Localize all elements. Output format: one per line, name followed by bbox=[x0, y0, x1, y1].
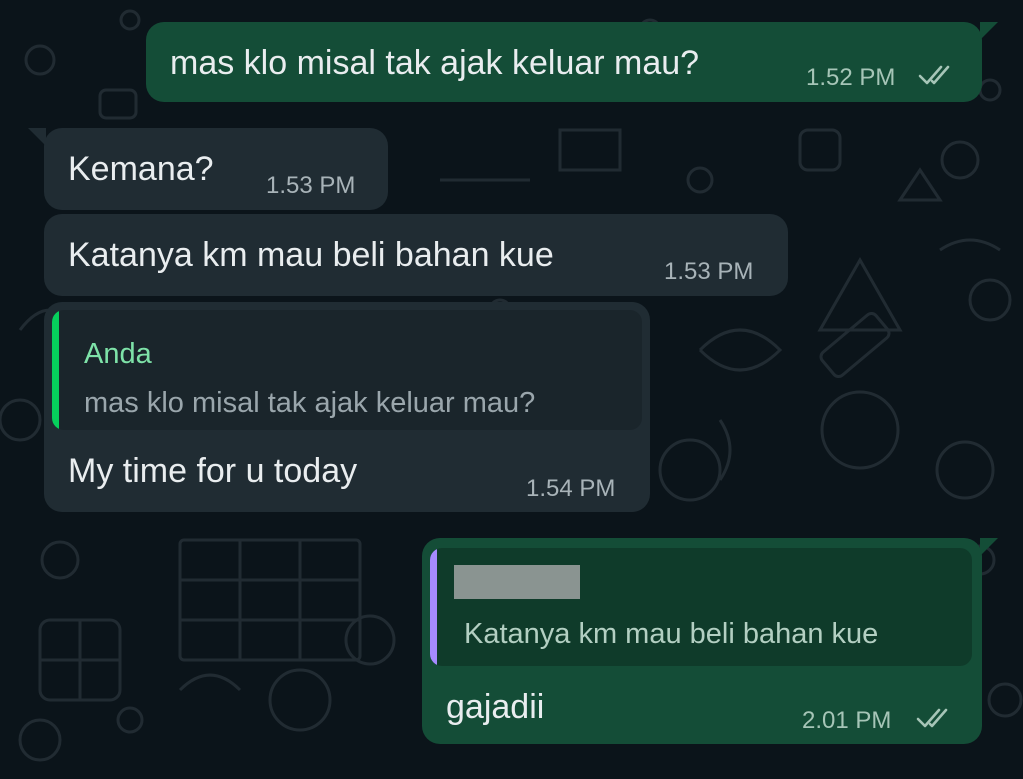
quoted-message-text: Katanya km mau beli bahan kue bbox=[464, 618, 879, 650]
quote-accent-bar bbox=[430, 548, 437, 666]
outgoing-reply-message[interactable]: Katanya km mau beli bahan kue gajadii 2.… bbox=[422, 538, 982, 744]
incoming-message[interactable]: Kemana? 1.53 PM bbox=[44, 128, 388, 210]
bubble-tail bbox=[980, 538, 998, 556]
bubble-tail bbox=[28, 128, 46, 146]
message-text: gajadii bbox=[446, 688, 545, 726]
incoming-reply-message[interactable]: Anda mas klo misal tak ajak keluar mau? … bbox=[44, 302, 650, 512]
message-timestamp: 1.52 PM bbox=[806, 64, 896, 91]
quoted-message-text: mas klo misal tak ajak keluar mau? bbox=[84, 387, 536, 419]
message-text: Kemana? bbox=[68, 150, 214, 188]
quoted-message[interactable]: Katanya km mau beli bahan kue bbox=[430, 548, 972, 666]
message-text: My time for u today bbox=[68, 452, 358, 490]
bubble-tail bbox=[980, 22, 998, 40]
incoming-message[interactable]: Katanya km mau beli bahan kue 1.53 PM bbox=[44, 214, 788, 296]
redacted-sender-name bbox=[454, 565, 580, 599]
outgoing-message[interactable]: mas klo misal tak ajak keluar mau? 1.52 … bbox=[146, 22, 982, 102]
quoted-message[interactable]: Anda mas klo misal tak ajak keluar mau? bbox=[52, 310, 642, 430]
quote-accent-bar bbox=[52, 310, 59, 430]
message-timestamp: 2.01 PM bbox=[802, 707, 892, 734]
message-text: Katanya km mau beli bahan kue bbox=[68, 236, 554, 274]
double-check-icon bbox=[918, 65, 950, 85]
message-timestamp: 1.54 PM bbox=[526, 475, 616, 502]
message-timestamp: 1.53 PM bbox=[266, 172, 356, 199]
quoted-sender-name: Anda bbox=[84, 338, 152, 370]
double-check-icon bbox=[916, 708, 948, 728]
message-text: mas klo misal tak ajak keluar mau? bbox=[170, 44, 700, 82]
message-timestamp: 1.53 PM bbox=[664, 258, 754, 285]
